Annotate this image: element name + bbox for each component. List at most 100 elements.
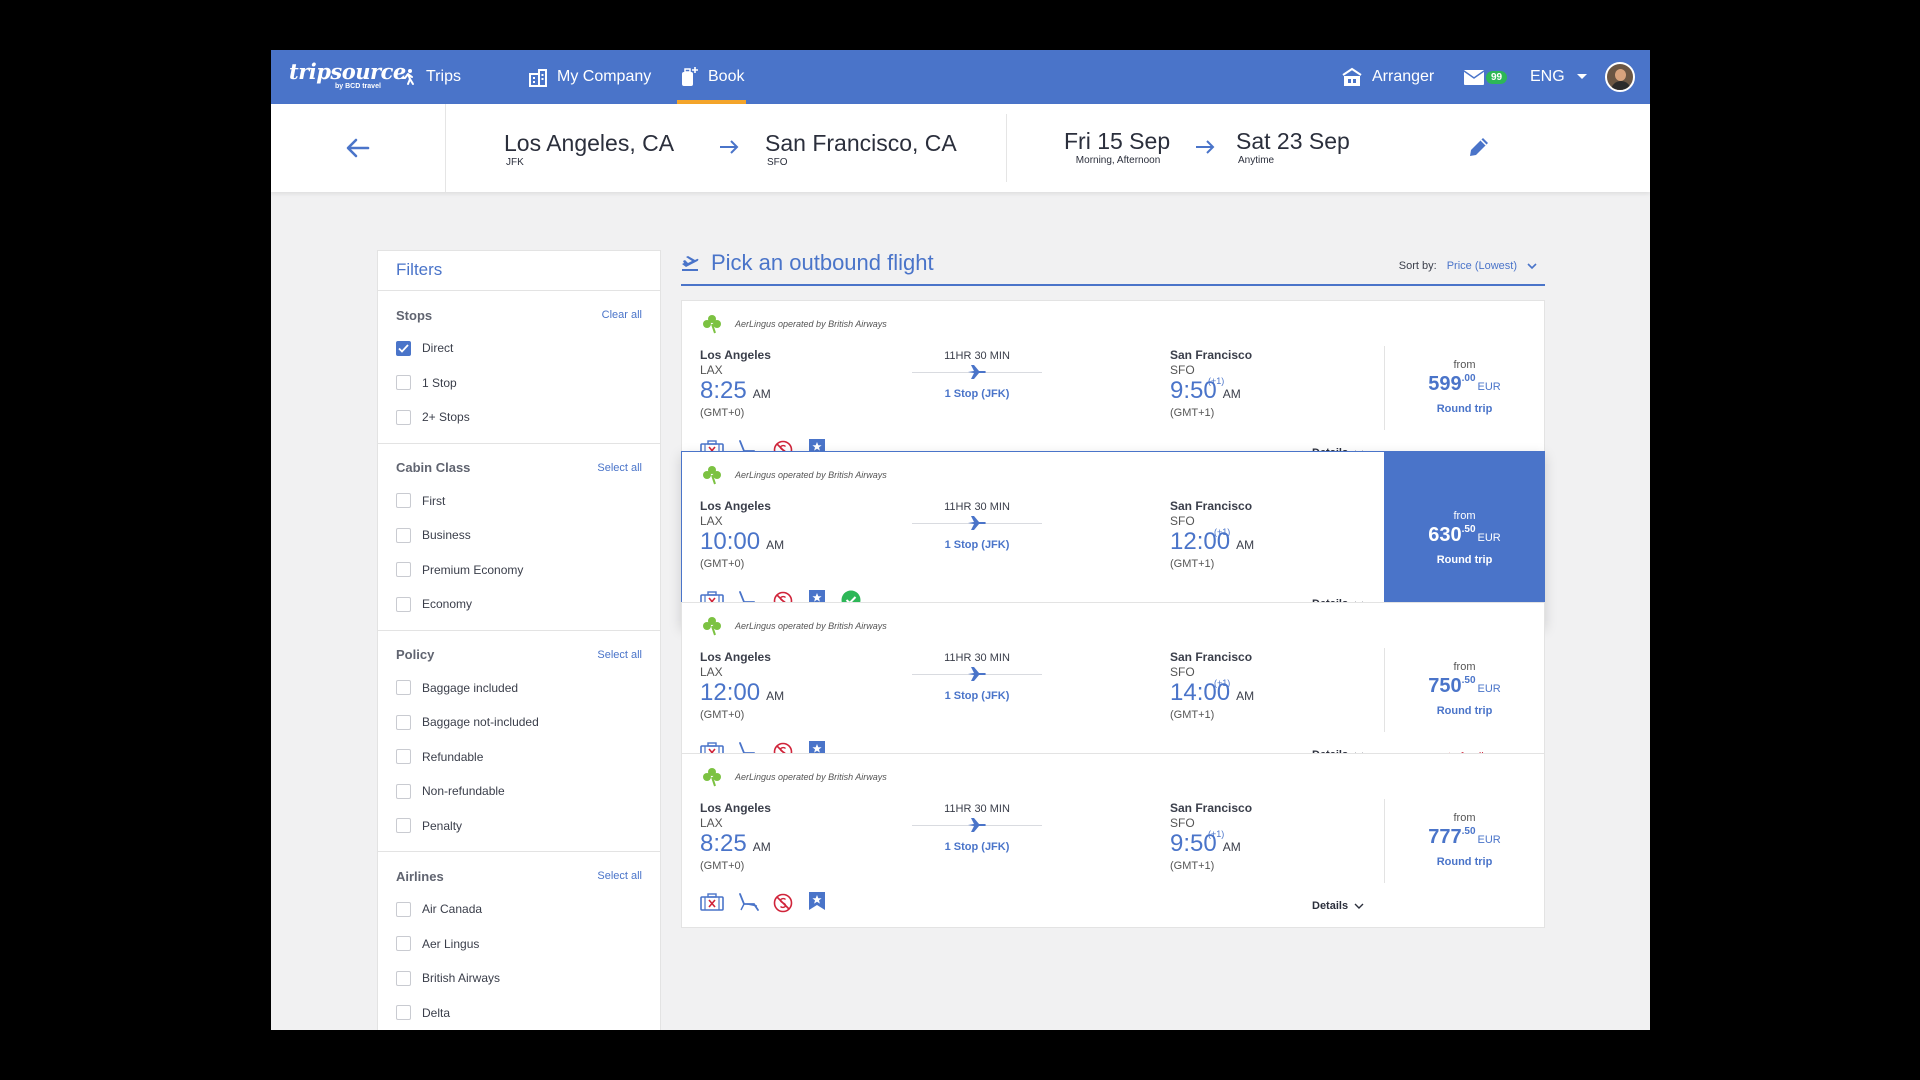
tripsource-logo[interactable]: tripsource by BCD travel	[289, 61, 406, 95]
filter-group-title: Airlines	[396, 868, 444, 884]
filter-option[interactable]: Refundable	[396, 740, 642, 775]
filter-option[interactable]: Business	[396, 518, 642, 553]
filter-checkbox[interactable]	[396, 970, 411, 986]
filter-option[interactable]: Non-refundable	[396, 774, 642, 809]
filter-checkbox[interactable]	[396, 409, 411, 425]
filter-checkbox[interactable]	[396, 936, 411, 952]
origin-field[interactable]: Los Angeles, CA JFK	[504, 130, 674, 168]
filter-option[interactable]: Air Canada	[396, 892, 642, 927]
filter-group-title: Cabin Class	[396, 460, 471, 475]
flight-card[interactable]: AerLingus operated by British Airways Los…	[681, 300, 1545, 475]
arranger-menu[interactable]: Arranger	[1341, 50, 1434, 104]
flight-card[interactable]: AerLingus operated by British Airways Los…	[681, 451, 1545, 626]
flight-card[interactable]: AerLingus operated by British Airways Los…	[681, 602, 1545, 777]
filter-group-action[interactable]: Clear all	[602, 309, 642, 321]
filter-option[interactable]: 1 Stop	[396, 366, 642, 401]
price-box[interactable]: from 630.50EUR Round trip	[1384, 452, 1545, 625]
filter-checkbox[interactable]	[396, 901, 411, 917]
filter-option[interactable]: Baggage not-included	[396, 705, 642, 740]
filter-option[interactable]: British Airways	[396, 961, 642, 996]
nav-trips[interactable]: Trips	[399, 50, 461, 104]
return-date-field[interactable]: Sat 23 Sep Anytime	[1236, 128, 1350, 166]
departure-time-value: 10:00	[700, 528, 761, 555]
filter-option[interactable]: Baggage included	[396, 671, 642, 706]
filter-option[interactable]: Economy	[396, 587, 642, 622]
seat-icon	[739, 893, 759, 911]
back-button[interactable]	[271, 104, 446, 192]
nav-trips-label: Trips	[426, 68, 461, 85]
return-time: Anytime	[1238, 155, 1275, 166]
filter-checkbox[interactable]	[396, 749, 411, 765]
filter-option[interactable]: 2+ Stops	[396, 400, 642, 435]
airline-info: AerLingus operated by British Airways	[702, 465, 887, 485]
price-box[interactable]: from750.50EURRound tripout of policy	[1384, 603, 1545, 776]
date-arrow-icon	[1196, 140, 1215, 154]
filter-checkbox[interactable]	[396, 1005, 411, 1021]
filter-checkbox[interactable]	[396, 493, 411, 509]
route-arrow-icon	[720, 140, 739, 154]
flight-card[interactable]: AerLingus operated by British Airways Los…	[681, 753, 1545, 928]
filter-checkbox[interactable]	[396, 375, 411, 391]
filter-option-label: British Airways	[422, 971, 501, 986]
arranger-label: Arranger	[1372, 68, 1435, 85]
price-main: 599	[1428, 373, 1462, 395]
search-divider	[1006, 114, 1007, 182]
price-box[interactable]: from 599.00EUR Round trip	[1384, 301, 1545, 474]
top-nav: tripsource by BCD travel Trips My Compan…	[271, 50, 1650, 104]
nav-my-company[interactable]: My Company	[528, 50, 651, 104]
filter-option-label: Refundable	[422, 749, 484, 764]
price-box[interactable]: from 777.50EUR Round trip	[1384, 754, 1545, 927]
filter-option[interactable]: Aer Lingus	[396, 927, 642, 962]
filter-checkbox[interactable]	[396, 527, 411, 543]
plane-icon	[968, 818, 986, 832]
filter-group-action[interactable]: Select all	[597, 649, 642, 661]
filter-group-title: Stops	[396, 307, 433, 323]
filter-checkbox[interactable]	[396, 818, 411, 834]
departure-time-value: 8:25	[700, 830, 747, 857]
results-header: Pick an outbound flight Sort by: Price (…	[681, 248, 1545, 286]
filter-option[interactable]: Delta	[396, 996, 642, 1031]
sort-value: Price (Lowest)	[1446, 260, 1517, 272]
arrival-timezone: (GMT+1)	[1170, 407, 1215, 419]
edit-search-button[interactable]	[1466, 134, 1492, 165]
plane-icon	[968, 667, 986, 681]
trip-type: Round trip	[1436, 403, 1493, 415]
language-selector[interactable]: ENG	[1530, 50, 1588, 104]
departure-city: Los Angeles	[700, 348, 771, 362]
filter-option[interactable]: Premium Economy	[396, 553, 642, 588]
inbox-button[interactable]: 99	[1464, 50, 1508, 104]
departure-time: 10:00 AM	[700, 528, 784, 556]
filter-option[interactable]: Direct	[396, 331, 642, 366]
details-label: Details	[1312, 900, 1349, 912]
arranger-icon	[1342, 67, 1362, 86]
shamrock-logo-icon	[703, 466, 721, 485]
filter-option-label: First	[422, 493, 446, 508]
sort-dropdown[interactable]: Sort by: Price (Lowest)	[1399, 260, 1537, 272]
nav-book[interactable]: Book	[676, 50, 747, 104]
arrival-time: 9:50 AM	[1170, 377, 1241, 405]
filter-checkbox[interactable]	[396, 562, 411, 578]
departure-code: LAX	[700, 363, 723, 377]
filter-group-header: Stops Clear all	[396, 305, 642, 325]
departure-timezone: (GMT+0)	[700, 407, 745, 419]
filter-option-label: Business	[422, 528, 471, 543]
filter-checkbox[interactable]	[396, 340, 411, 356]
filter-group-action[interactable]: Select all	[597, 462, 642, 474]
filter-checkbox[interactable]	[396, 680, 411, 696]
arrival-city: San Francisco	[1170, 499, 1253, 513]
filter-checkbox[interactable]	[396, 714, 411, 730]
filter-checkbox[interactable]	[396, 783, 411, 799]
avatar[interactable]	[1605, 62, 1635, 92]
filter-option[interactable]: First	[396, 484, 642, 519]
depart-date-field[interactable]: Fri 15 Sep Morning, Afternoon	[1064, 128, 1170, 166]
filter-checkbox[interactable]	[396, 596, 411, 612]
arrival-timezone: (GMT+1)	[1170, 558, 1215, 570]
filter-option[interactable]: Penalty	[396, 809, 642, 844]
details-toggle[interactable]: Details	[1312, 900, 1364, 912]
departure-timezone: (GMT+0)	[700, 558, 745, 570]
filter-group-action[interactable]: Select all	[597, 870, 642, 882]
return-date: Sat 23 Sep	[1236, 128, 1350, 154]
departure-city: Los Angeles	[700, 650, 771, 664]
filters-title: Filters	[378, 251, 660, 291]
destination-field[interactable]: San Francisco, CA SFO	[765, 130, 957, 168]
